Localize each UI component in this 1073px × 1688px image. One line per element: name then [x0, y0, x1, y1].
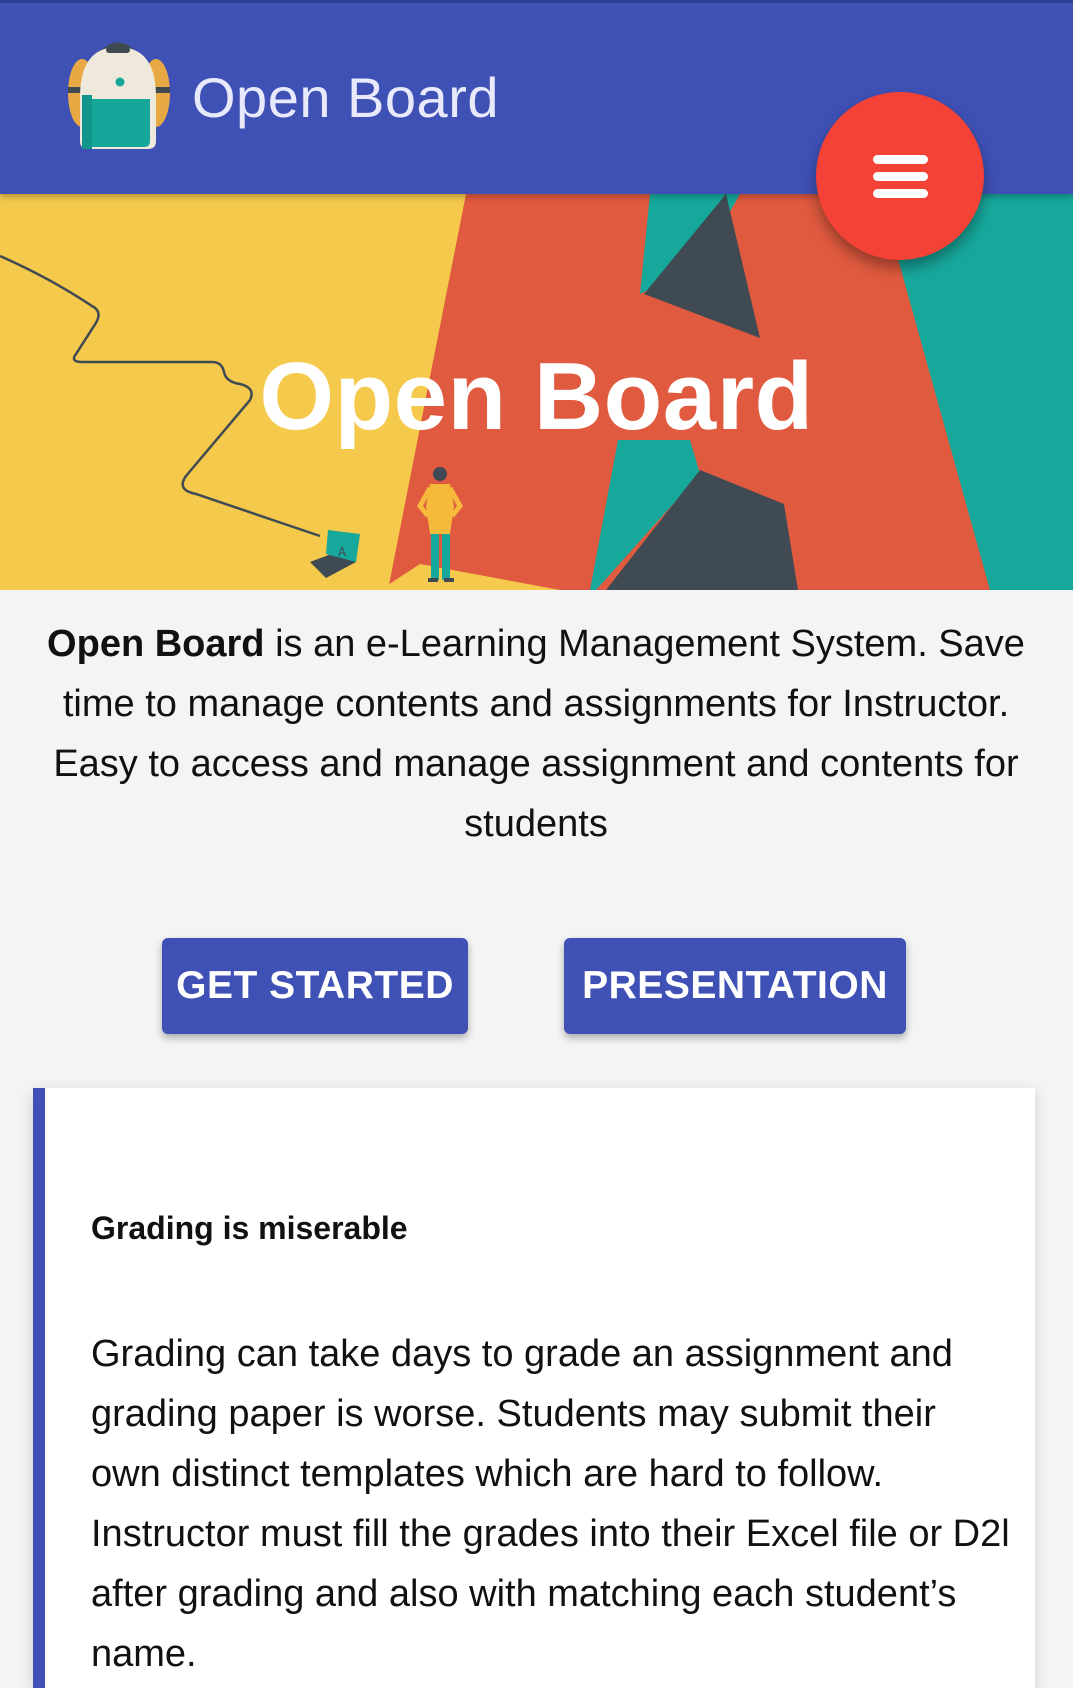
get-started-button[interactable]: GET STARTED	[162, 938, 468, 1034]
presentation-button[interactable]: PRESENTATION	[564, 938, 906, 1034]
card-title: Grading is miserable	[91, 1210, 408, 1246]
card-body: Grading can take days to grade an assign…	[91, 1333, 1010, 1675]
svg-text:A: A	[338, 545, 347, 559]
app-title: Open Board	[192, 66, 499, 129]
menu-button[interactable]	[816, 92, 984, 260]
hero-title: Open Board	[259, 343, 814, 450]
intro-paragraph: Open Board is an e-Learning Management S…	[36, 614, 1036, 854]
intro-brand: Open Board	[47, 623, 265, 665]
feature-card: Grading is miserable Grading can take da…	[33, 1088, 1035, 1688]
backpack-icon[interactable]	[66, 37, 170, 153]
